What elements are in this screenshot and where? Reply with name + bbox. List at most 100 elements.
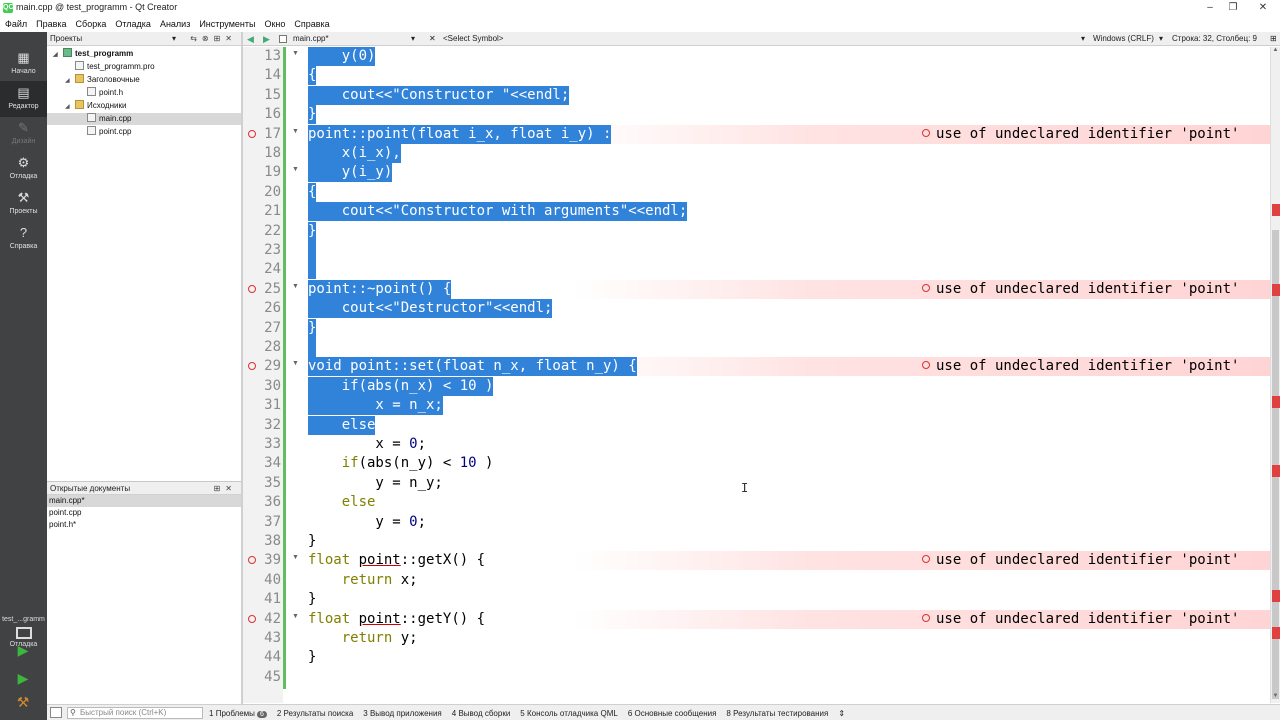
title-bar: QC main.cpp @ test_programm - Qt Creator…	[0, 0, 1280, 16]
output-tab[interactable]: 3 Вывод приложения	[363, 709, 441, 718]
file-icon	[75, 61, 84, 70]
code-line: 27}	[243, 318, 1270, 338]
symbol-selector[interactable]: <Select Symbol>	[443, 32, 503, 46]
wrench-icon: ⚒	[17, 190, 30, 205]
menu-item[interactable]: Инструменты	[199, 19, 255, 29]
mode-button[interactable]: ⚙ Отладка	[0, 151, 47, 187]
open-documents-list: main.cpp* point.cpp point.h*	[47, 495, 241, 704]
document-selector[interactable]: main.cpp*	[293, 32, 329, 46]
error-annotation: use of undeclared identifier 'point'	[922, 357, 1239, 376]
locator-search[interactable]: ⚲ Быстрый поиск (Ctrl+K)	[67, 707, 203, 719]
filter-icon[interactable]: ▾	[172, 32, 176, 46]
tree-item[interactable]: ◢ Исходники	[47, 100, 241, 112]
code-editor[interactable]: I 13 ▼ y(0) 14{15 cout<<"Constructor "<<en…	[243, 47, 1270, 703]
mode-editor[interactable]: ▤ Редактор	[0, 81, 47, 117]
fold-arrow-icon[interactable]: ▼	[292, 360, 299, 367]
tree-item[interactable]: ◢ test_programm	[47, 48, 241, 60]
debug-run-button[interactable]: ▶	[12, 668, 34, 688]
open-docs-tools[interactable]: ⊞✕	[214, 482, 237, 495]
code-line: 17 ▼ point::point(float i_x, float i_y) : u…	[243, 124, 1270, 144]
expand-arrow-icon[interactable]: ◢	[65, 101, 75, 113]
projects-panel-title: Проекты	[50, 34, 83, 43]
error-marker[interactable]	[1272, 465, 1280, 477]
tree-item[interactable]: main.cpp	[47, 113, 241, 125]
line-number: 18	[264, 145, 281, 161]
mode-button[interactable]: ? Справка	[0, 221, 47, 257]
menu-item[interactable]: Правка	[36, 19, 66, 29]
menu-item[interactable]: Сборка	[76, 19, 107, 29]
scroll-down-icon[interactable]: ▼	[1271, 693, 1280, 699]
error-marker[interactable]	[1272, 204, 1280, 216]
fold-arrow-icon[interactable]: ▼	[292, 128, 299, 135]
output-tab[interactable]: 4 Вывод сборки	[452, 709, 511, 718]
forward-icon[interactable]: ▶	[263, 32, 270, 46]
error-text: use of undeclared identifier 'point'	[936, 552, 1240, 569]
line-ending-selector[interactable]: Windows (CRLF)	[1093, 32, 1154, 46]
fold-arrow-icon[interactable]: ▼	[292, 166, 299, 173]
line-ending-chevron-icon[interactable]: ▾	[1159, 32, 1163, 46]
mode-button[interactable]: ⚒ Проекты	[0, 186, 47, 222]
error-text: use of undeclared identifier 'point'	[936, 358, 1240, 375]
open-document-item[interactable]: point.cpp	[47, 507, 241, 519]
code-text: else	[308, 415, 376, 435]
expand-arrow-icon[interactable]: ◢	[53, 49, 63, 61]
mode-button[interactable]: ▦ Начало	[0, 46, 47, 82]
tree-item[interactable]: point.h	[47, 87, 241, 99]
code-line: 31 x = n_x;	[243, 396, 1270, 416]
error-marker[interactable]	[1272, 284, 1280, 296]
output-tab[interactable]: 1 Проблемы 6	[209, 709, 267, 718]
run-button[interactable]: ▶	[12, 640, 34, 660]
fold-arrow-icon[interactable]: ▼	[292, 50, 299, 57]
close-icon[interactable]: ✕	[1256, 1, 1270, 15]
error-marker[interactable]	[1272, 590, 1280, 602]
output-tab[interactable]: 6 Основные сообщения	[628, 709, 717, 718]
output-tab[interactable]: 2 Результаты поиска	[277, 709, 353, 718]
tree-item[interactable]: ◢ Заголовочные	[47, 74, 241, 86]
code-text: }	[308, 533, 317, 549]
build-button[interactable]: ⚒	[12, 692, 34, 712]
tree-item[interactable]: point.cpp	[47, 126, 241, 138]
encoding-chevron-icon[interactable]: ▾	[1081, 32, 1085, 46]
line-number: 19	[264, 164, 281, 181]
tree-item[interactable]: test_programm.pro	[47, 61, 241, 73]
minimize-icon[interactable]: –	[1203, 1, 1217, 15]
error-marker[interactable]	[1272, 396, 1280, 408]
error-marker[interactable]	[1272, 627, 1280, 639]
menu-item[interactable]: Отладка	[115, 19, 151, 29]
fold-arrow-icon[interactable]: ▼	[292, 613, 299, 620]
menu-item[interactable]: Файл	[5, 19, 27, 29]
expand-arrow-icon[interactable]: ◢	[65, 75, 75, 87]
mode-button[interactable]: ✎ Дизайн	[0, 116, 47, 152]
bug-icon: ⚙	[17, 155, 30, 170]
help-icon: ?	[19, 225, 28, 240]
output-tab[interactable]: 8 Результаты тестирования	[726, 709, 828, 718]
back-icon[interactable]: ◀	[247, 32, 254, 46]
code-line: 36 else	[243, 493, 1270, 512]
maximize-icon[interactable]: ❐	[1226, 1, 1240, 15]
fold-arrow-icon[interactable]: ▼	[292, 283, 299, 290]
close-document-icon[interactable]: ✕	[429, 32, 436, 46]
mode-label: Дизайн	[11, 138, 36, 145]
code-line: 13 ▼ y(0)	[243, 47, 1270, 66]
toggle-sidebar-icon[interactable]	[50, 707, 62, 718]
split-editor-icon[interactable]: ⊞	[1270, 32, 1277, 46]
scroll-up-icon[interactable]: ▲	[1271, 47, 1280, 53]
line-number: 22	[264, 222, 281, 239]
menu-item[interactable]: Справка	[294, 19, 329, 29]
menu-item[interactable]: Анализ	[160, 19, 190, 29]
menu-item[interactable]: Окно	[264, 19, 285, 29]
more-tabs-icon[interactable]: ⇕	[838, 709, 845, 718]
dropdown-chevron-icon[interactable]: ▾	[411, 32, 415, 46]
output-tab[interactable]: 5 Консоль отладчика QML	[520, 709, 618, 718]
editor-scrollbar[interactable]: ▲ ▼	[1270, 47, 1280, 703]
fold-arrow-icon[interactable]: ▼	[292, 554, 299, 561]
open-document-item[interactable]: point.h*	[47, 519, 241, 531]
panel-tools[interactable]: ⇆⊗⊞✕	[190, 32, 237, 46]
code-text: x(i_x),	[308, 144, 401, 163]
code-line: 20 {	[243, 182, 1270, 202]
open-document-item[interactable]: main.cpp*	[47, 495, 241, 507]
cursor-position[interactable]: Строка: 32, Столбец: 9	[1172, 32, 1257, 46]
code-line: 34 if(abs(n_y) < 10 )	[243, 454, 1270, 473]
code-text: point::point(float i_x, float i_y) :	[308, 124, 612, 144]
window-title: main.cpp @ test_programm - Qt Creator	[16, 2, 178, 12]
